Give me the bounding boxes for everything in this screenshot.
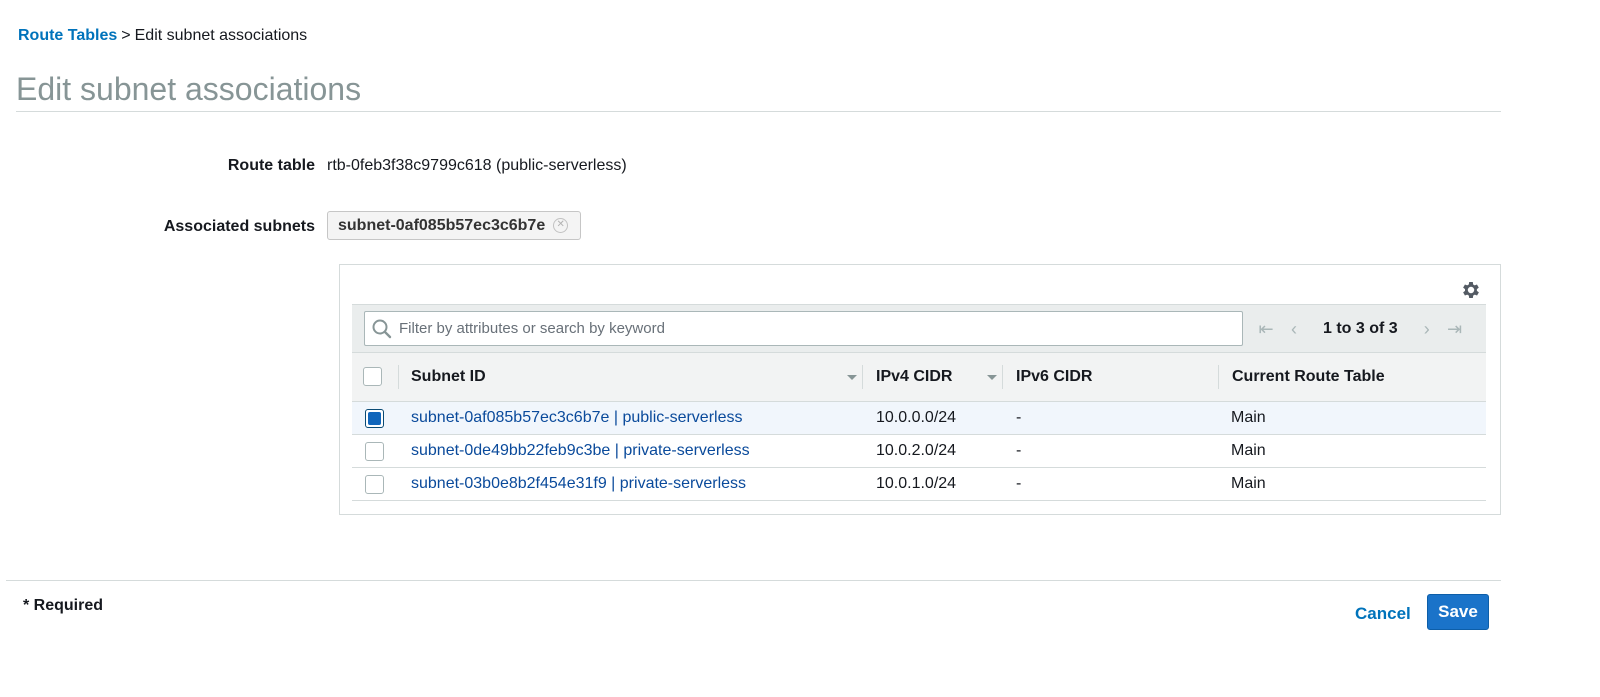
- subnet-id-link[interactable]: subnet-0af085b57ec3c6b7e | public-server…: [411, 402, 742, 434]
- save-button[interactable]: Save: [1427, 594, 1489, 630]
- column-divider: [862, 365, 863, 389]
- breadcrumb: Route Tables > Edit subnet associations: [18, 27, 307, 45]
- pagination: ⇤ ‹ 1 to 3 of 3 › ⇥: [1257, 315, 1464, 343]
- footer-divider: [6, 580, 1501, 581]
- search-icon: [372, 319, 392, 339]
- breadcrumb-separator: >: [121, 27, 131, 44]
- subnet-id-link[interactable]: subnet-0de49bb22feb9c3be | private-serve…: [411, 435, 750, 467]
- route-table-cell: Main: [1231, 475, 1266, 492]
- table-row[interactable]: subnet-0de49bb22feb9c3be | private-serve…: [352, 435, 1486, 468]
- token-label: subnet-0af085b57ec3c6b7e: [338, 216, 546, 234]
- search-box: [364, 311, 1243, 346]
- table-row[interactable]: subnet-03b0e8b2f454e31f9 | private-serve…: [352, 468, 1486, 501]
- associated-subnet-token: subnet-0af085b57ec3c6b7e ✕: [327, 211, 582, 240]
- row-checkbox[interactable]: [365, 475, 384, 494]
- column-header-ipv6-cidr[interactable]: IPv6 CIDR: [1016, 353, 1092, 401]
- sort-subnet-id-icon[interactable]: [847, 375, 857, 380]
- associated-subnets-label: Associated subnets: [163, 218, 315, 235]
- ipv6-cidr-cell: -: [1016, 475, 1022, 492]
- ipv6-cidr-cell: -: [1016, 409, 1022, 426]
- row-checkbox[interactable]: [365, 442, 384, 461]
- column-divider: [398, 365, 399, 389]
- column-divider: [1218, 365, 1219, 389]
- route-table-cell: Main: [1231, 409, 1266, 426]
- subnet-id-link[interactable]: subnet-03b0e8b2f454e31f9 | private-serve…: [411, 468, 746, 500]
- title-divider: [16, 111, 1501, 112]
- route-table-value: rtb-0feb3f38c9799c618 (public-serverless…: [327, 157, 627, 174]
- breadcrumb-route-tables-link[interactable]: Route Tables: [18, 27, 117, 44]
- ipv4-cidr-cell: 10.0.1.0/24: [876, 475, 957, 492]
- column-divider: [1002, 365, 1003, 389]
- required-note: * Required: [23, 597, 104, 614]
- table-toolbar: ⇤ ‹ 1 to 3 of 3 › ⇥: [352, 304, 1486, 353]
- gear-icon[interactable]: [1460, 279, 1482, 301]
- subnet-table-panel: ⇤ ‹ 1 to 3 of 3 › ⇥ Subnet ID IPv4 CIDR …: [339, 264, 1501, 515]
- breadcrumb-current: Edit subnet associations: [134, 27, 308, 44]
- ipv6-cidr-cell: -: [1016, 442, 1022, 459]
- row-checkbox[interactable]: [365, 409, 384, 428]
- page-title: Edit subnet associations: [16, 71, 362, 107]
- ipv4-cidr-cell: 10.0.2.0/24: [876, 442, 957, 459]
- close-circle-icon[interactable]: ✕: [553, 218, 569, 233]
- first-page-icon[interactable]: ⇤: [1257, 319, 1275, 340]
- column-header-subnet-id[interactable]: Subnet ID: [411, 353, 486, 401]
- table-row[interactable]: subnet-0af085b57ec3c6b7e | public-server…: [352, 402, 1486, 435]
- search-input[interactable]: [399, 312, 1229, 345]
- pagination-text: 1 to 3 of 3: [1323, 320, 1398, 337]
- cancel-button[interactable]: Cancel: [1355, 604, 1411, 624]
- table-header-row: Subnet ID IPv4 CIDR IPv6 CIDR Current Ro…: [352, 352, 1486, 402]
- next-page-icon[interactable]: ›: [1418, 319, 1436, 340]
- column-header-ipv4-cidr[interactable]: IPv4 CIDR: [876, 353, 952, 401]
- sort-ipv4-cidr-icon[interactable]: [987, 375, 997, 380]
- select-all-checkbox[interactable]: [363, 367, 382, 386]
- column-header-current-route-table[interactable]: Current Route Table: [1232, 353, 1385, 401]
- last-page-icon[interactable]: ⇥: [1446, 319, 1464, 340]
- previous-page-icon[interactable]: ‹: [1285, 319, 1303, 340]
- route-table-label: Route table: [227, 157, 315, 174]
- ipv4-cidr-cell: 10.0.0.0/24: [876, 409, 957, 426]
- route-table-cell: Main: [1231, 442, 1266, 459]
